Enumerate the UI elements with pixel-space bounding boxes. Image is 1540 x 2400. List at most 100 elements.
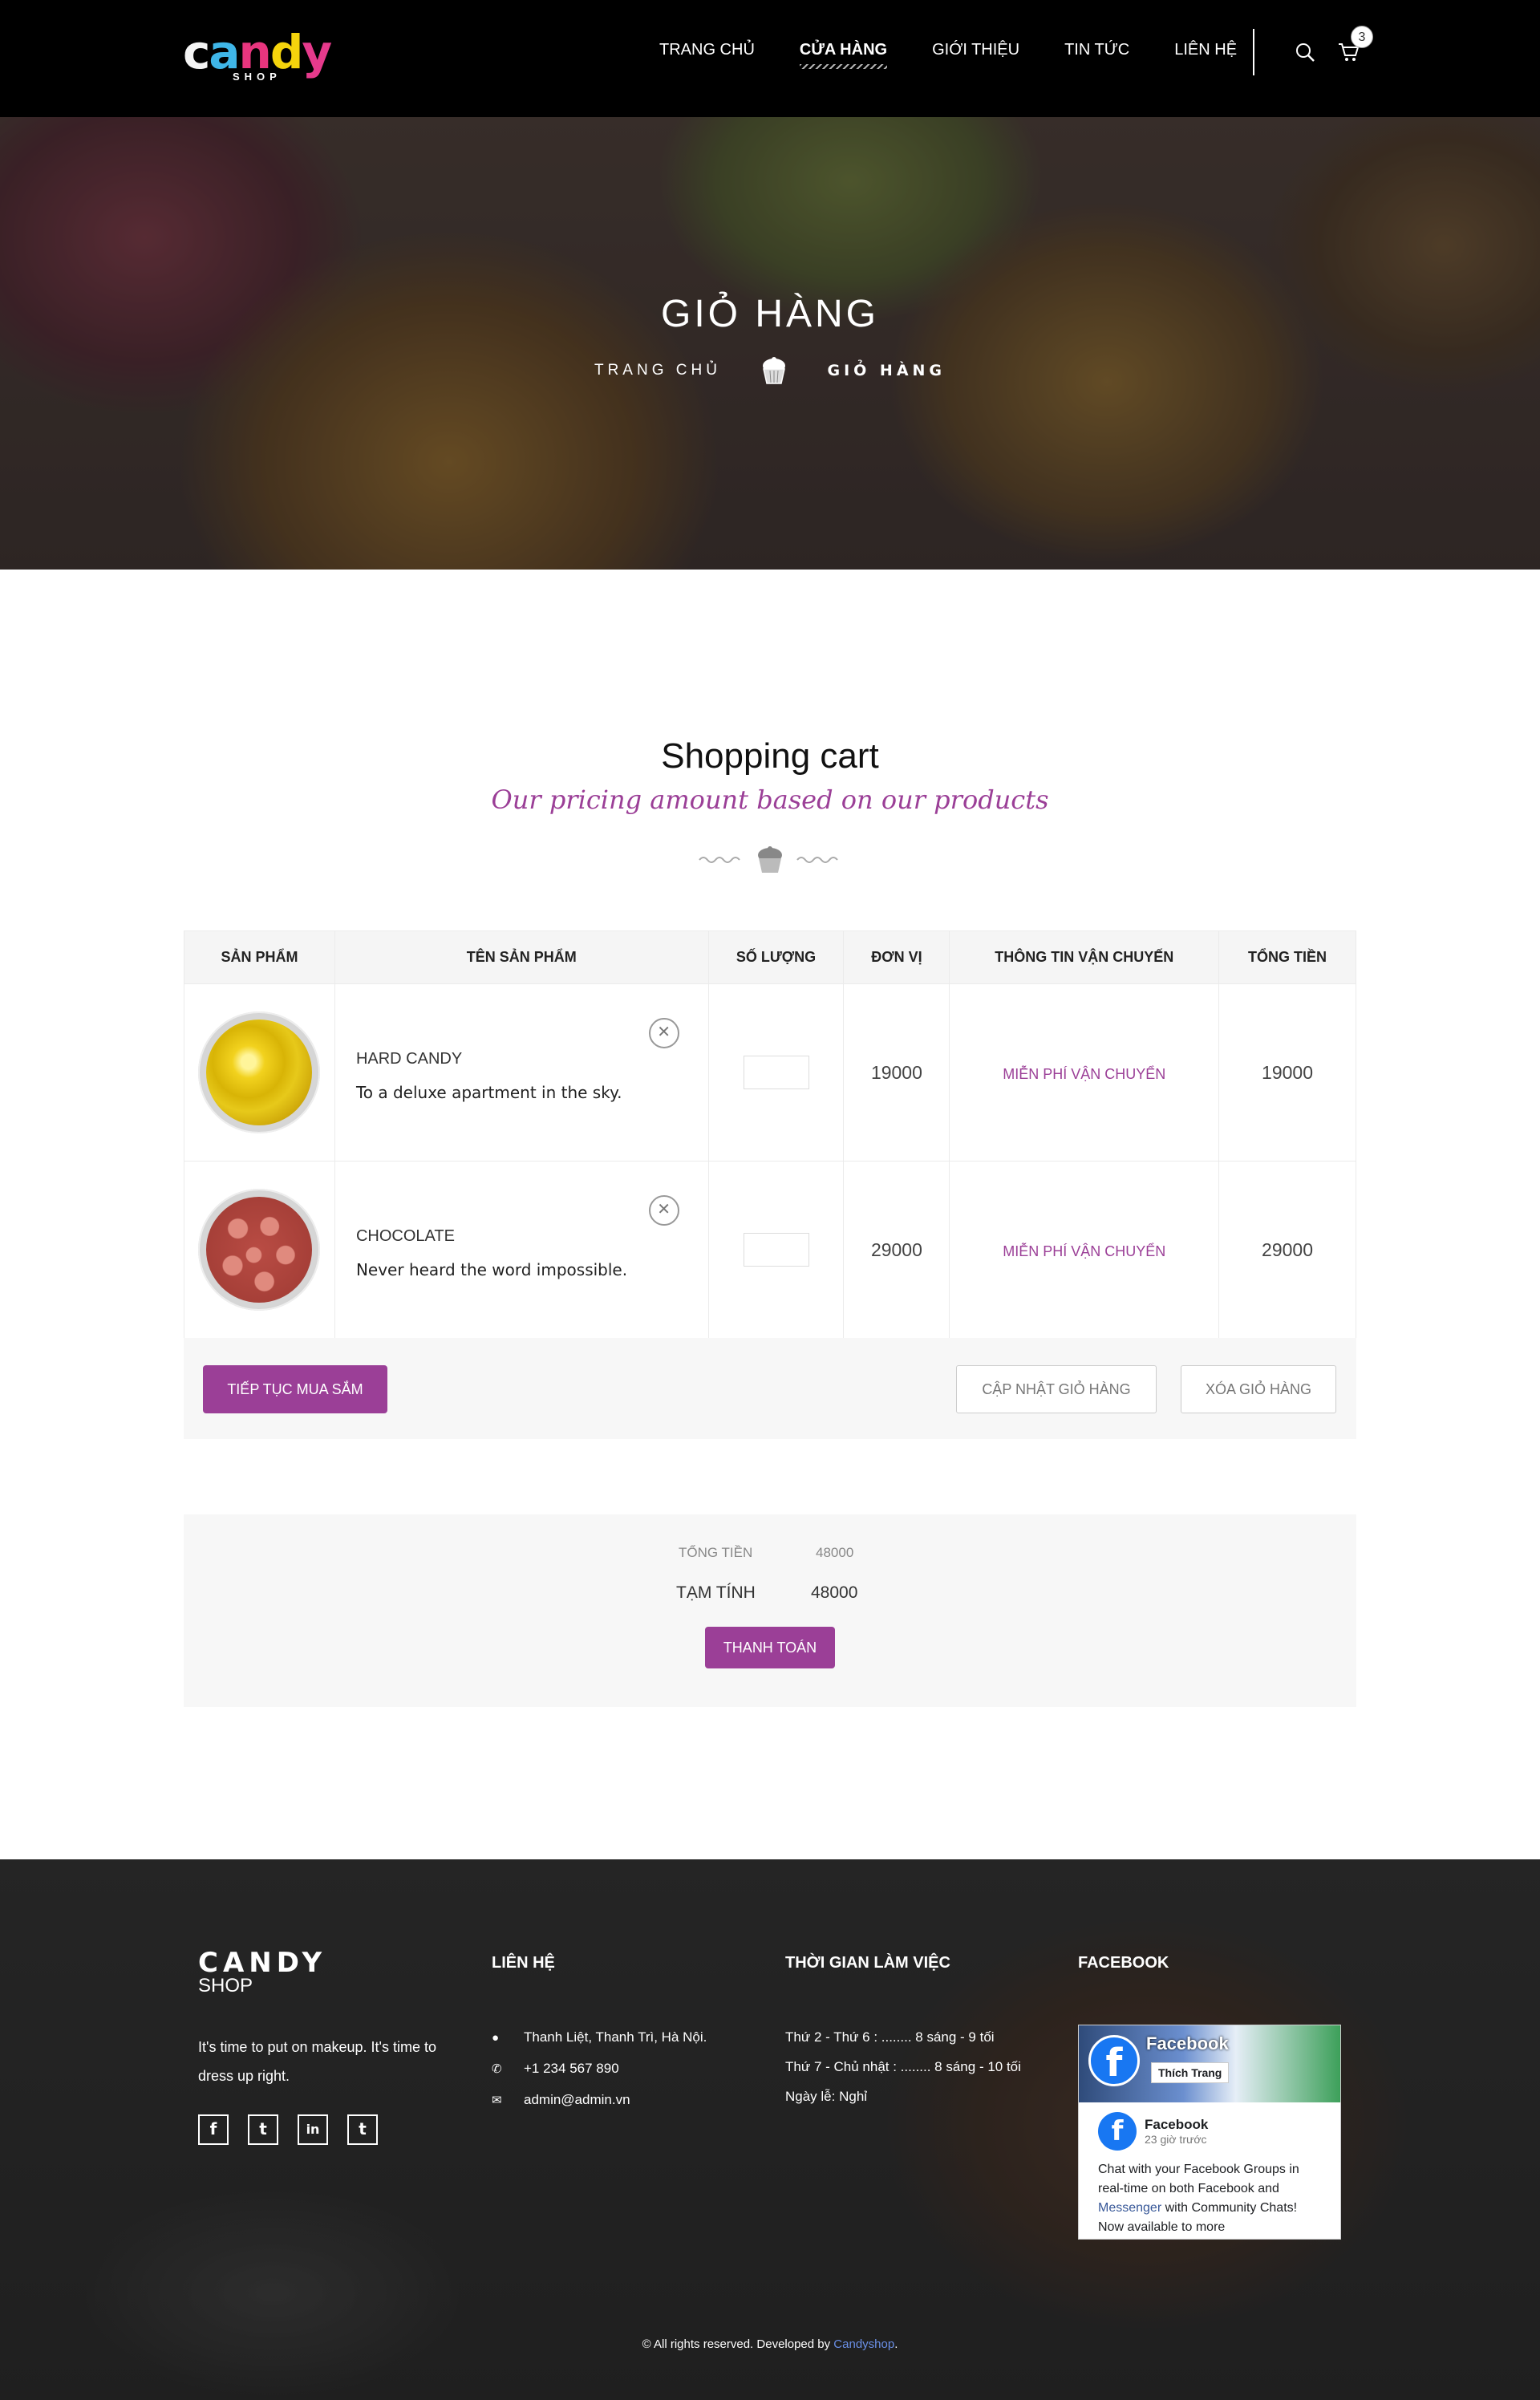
close-icon[interactable]: ✕ [648, 1018, 679, 1048]
footer-contact-heading: LIÊN HỆ [492, 1954, 555, 1972]
nav-item-about[interactable]: GIỚI THIỆU [932, 40, 1019, 69]
product-name-cell: CHOCOLATE Never heard the word impossibl… [334, 1161, 709, 1339]
nav-item-home[interactable]: TRANG CHỦ [659, 40, 755, 69]
unit-price: 19000 [843, 983, 950, 1161]
hours-item: Thứ 2 - Thứ 6 : ........ 8 sáng - 9 tối [785, 2029, 995, 2045]
site-logo[interactable]: candy SHOP [183, 29, 335, 88]
fb-post-time: 23 giờ trước [1145, 2133, 1207, 2146]
footer-facebook: FACEBOOK [1078, 1954, 1169, 1972]
cupcake-divider-icon [699, 846, 838, 873]
footer-brand-sub: SHOP [198, 1975, 253, 1997]
footer-hours: THỜI GIAN LÀM VIỆC Thứ 2 - Thứ 6 : .....… [785, 1954, 1021, 2111]
page-banner: GIỎ HÀNG TRANG CHỦ GIỎ HÀNG [0, 117, 1540, 570]
total-value: 48000 [816, 1545, 854, 1560]
breadcrumb-home[interactable]: TRANG CHỦ [594, 362, 721, 379]
product-description: To a deluxe apartment in the sky. [355, 1082, 622, 1102]
footer-facebook-heading: FACEBOOK [1078, 1954, 1169, 1972]
unit-price: 29000 [843, 1161, 950, 1339]
facebook-avatar-icon: f [1098, 2112, 1137, 2151]
copyright: © All rights reserved. Developed by Cand… [642, 2337, 898, 2351]
tumblr-icon[interactable]: t [347, 2114, 378, 2145]
envelope-icon: ✉ [492, 2094, 502, 2107]
close-icon[interactable]: ✕ [648, 1195, 679, 1226]
cart-totals: TỔNG TIỀN 48000 TẠM TÍNH 48000 THANH TOÁ… [184, 1514, 1356, 1707]
product-name[interactable]: HARD CANDY [356, 1050, 708, 1068]
clear-cart-button[interactable]: XÓA GIỎ HÀNG [1181, 1365, 1336, 1413]
fb-cover: f Facebook Thích Trang [1079, 2025, 1340, 2102]
update-cart-button[interactable]: CẬP NHẬT GIỎ HÀNG [956, 1365, 1157, 1413]
fb-post-link[interactable]: Messenger [1098, 2201, 1161, 2215]
product-name[interactable]: CHOCOLATE [356, 1227, 708, 1246]
map-pin-icon: ● [492, 2031, 500, 2045]
quantity-input[interactable] [743, 1056, 809, 1089]
subtotal-value: 48000 [811, 1583, 858, 1602]
column-header: ĐƠN VỊ [843, 930, 950, 984]
contact-email[interactable]: ✉ admin@admin.vn [492, 2085, 707, 2116]
facebook-page-widget[interactable]: f Facebook Thích Trang f Facebook 23 giờ… [1078, 2025, 1341, 2240]
cart-table: SẢN PHẨM TÊN SẢN PHẨM SỐ LƯỢNG ĐƠN VỊ TH… [184, 930, 1356, 1339]
shipping-info: MIỄN PHÍ VẬN CHUYỂN [1003, 1243, 1166, 1259]
footer-brand-text: It's time to put on makeup. It's time to… [198, 2039, 436, 2084]
site-header: candy SHOP TRANG CHỦ CỬA HÀNG GIỚI THIỆU… [0, 0, 1540, 117]
fb-post-author[interactable]: Facebook [1145, 2117, 1208, 2133]
fb-like-button[interactable]: Thích Trang [1151, 2062, 1230, 2083]
product-image-cell [184, 1161, 335, 1339]
fb-post: f Facebook 23 giờ trước Chat with your F… [1079, 2102, 1340, 2237]
subtotal-label: TẠM TÍNH [676, 1583, 756, 1602]
shipping-info: MIỄN PHÍ VẬN CHUYỂN [1003, 1065, 1166, 1082]
hours-item: Ngày lễ: Nghỉ [785, 2089, 868, 2104]
product-image-cell [184, 983, 335, 1161]
nav-item-news[interactable]: TIN TỨC [1064, 40, 1129, 69]
cart-count-badge: 3 [1351, 26, 1373, 48]
product-description: Never heard the word impossible. [355, 1259, 628, 1279]
page-title: GIỎ HÀNG [660, 293, 880, 335]
facebook-logo-icon: f [1088, 2035, 1140, 2086]
column-header: TÊN SẢN PHẨM [334, 930, 709, 984]
fb-page-name[interactable]: Facebook [1146, 2033, 1229, 2054]
column-header: THÔNG TIN VẬN CHUYẾN [949, 930, 1220, 984]
table-header-row: SẢN PHẨM TÊN SẢN PHẨM SỐ LƯỢNG ĐƠN VỊ TH… [184, 930, 1356, 984]
logo-subtitle: SHOP [233, 71, 282, 83]
column-header: SẢN PHẨM [184, 930, 335, 984]
nav-item-shop[interactable]: CỬA HÀNG [799, 40, 888, 69]
product-name-cell: HARD CANDY To a deluxe apartment in the … [334, 983, 709, 1161]
continue-shopping-button[interactable]: TIẾP TỤC MUA SẮM [203, 1365, 387, 1413]
total-label: TỔNG TIỀN [679, 1545, 753, 1560]
search-icon[interactable] [1295, 42, 1315, 63]
phone-icon: ✆ [492, 2062, 502, 2076]
breadcrumb: TRANG CHỦ GIỎ HÀNG [0, 355, 1540, 387]
row-total: 29000 [1218, 1161, 1356, 1339]
linkedin-icon[interactable]: in [298, 2114, 328, 2145]
fb-post-text: Chat with your Facebook Groups in real-t… [1098, 2163, 1299, 2234]
logo-wordmark: candy [183, 25, 332, 79]
footer-contact: LIÊN HỆ ● Thanh Liệt, Thanh Trì, Hà Nội. … [492, 1954, 707, 2116]
footer-brand: CANDY SHOP [198, 1949, 326, 1996]
quantity-cell [707, 983, 845, 1161]
footer-hours-heading: THỜI GIAN LÀM VIỆC [785, 1954, 950, 1972]
social-links: f t in t [198, 2114, 378, 2145]
section-subtitle: Our pricing amount based on our products [491, 784, 1049, 815]
quantity-cell [707, 1161, 845, 1339]
checkout-button[interactable]: THANH TOÁN [705, 1627, 835, 1668]
table-row: HARD CANDY To a deluxe apartment in the … [184, 983, 1356, 1161]
main-nav: TRANG CHỦ CỬA HÀNG GIỚI THIỆU TIN TỨC LI… [659, 40, 1282, 69]
nav-divider [1253, 29, 1254, 75]
contact-phone[interactable]: ✆ +1 234 567 890 [492, 2053, 707, 2085]
copyright-brand-link[interactable]: Candyshop [833, 2337, 894, 2351]
product-image[interactable] [198, 1189, 321, 1311]
fb-post-head: f Facebook 23 giờ trước [1098, 2112, 1319, 2151]
breadcrumb-current: GIỎ HÀNG [827, 362, 946, 379]
shipping-info-cell: MIỄN PHÍ VẬN CHUYỂN [949, 1161, 1220, 1339]
row-total: 19000 [1218, 983, 1356, 1161]
quantity-input[interactable] [743, 1233, 809, 1267]
twitter-icon[interactable]: t [248, 2114, 278, 2145]
cart-actions: TIẾP TỤC MUA SẮM CẬP NHẬT GIỎ HÀNG XÓA G… [184, 1338, 1356, 1439]
nav-item-contact[interactable]: LIÊN HỆ [1174, 40, 1237, 69]
product-image[interactable] [198, 1011, 321, 1133]
column-header: TỔNG TIỀN [1218, 930, 1356, 984]
facebook-icon[interactable]: f [198, 2114, 229, 2145]
shipping-info-cell: MIỄN PHÍ VẬN CHUYỂN [949, 983, 1220, 1161]
section-title: Shopping cart [661, 736, 879, 776]
hours-item: Thứ 7 - Chủ nhật : ........ 8 sáng - 10 … [785, 2059, 1021, 2074]
cupcake-icon [763, 357, 786, 384]
